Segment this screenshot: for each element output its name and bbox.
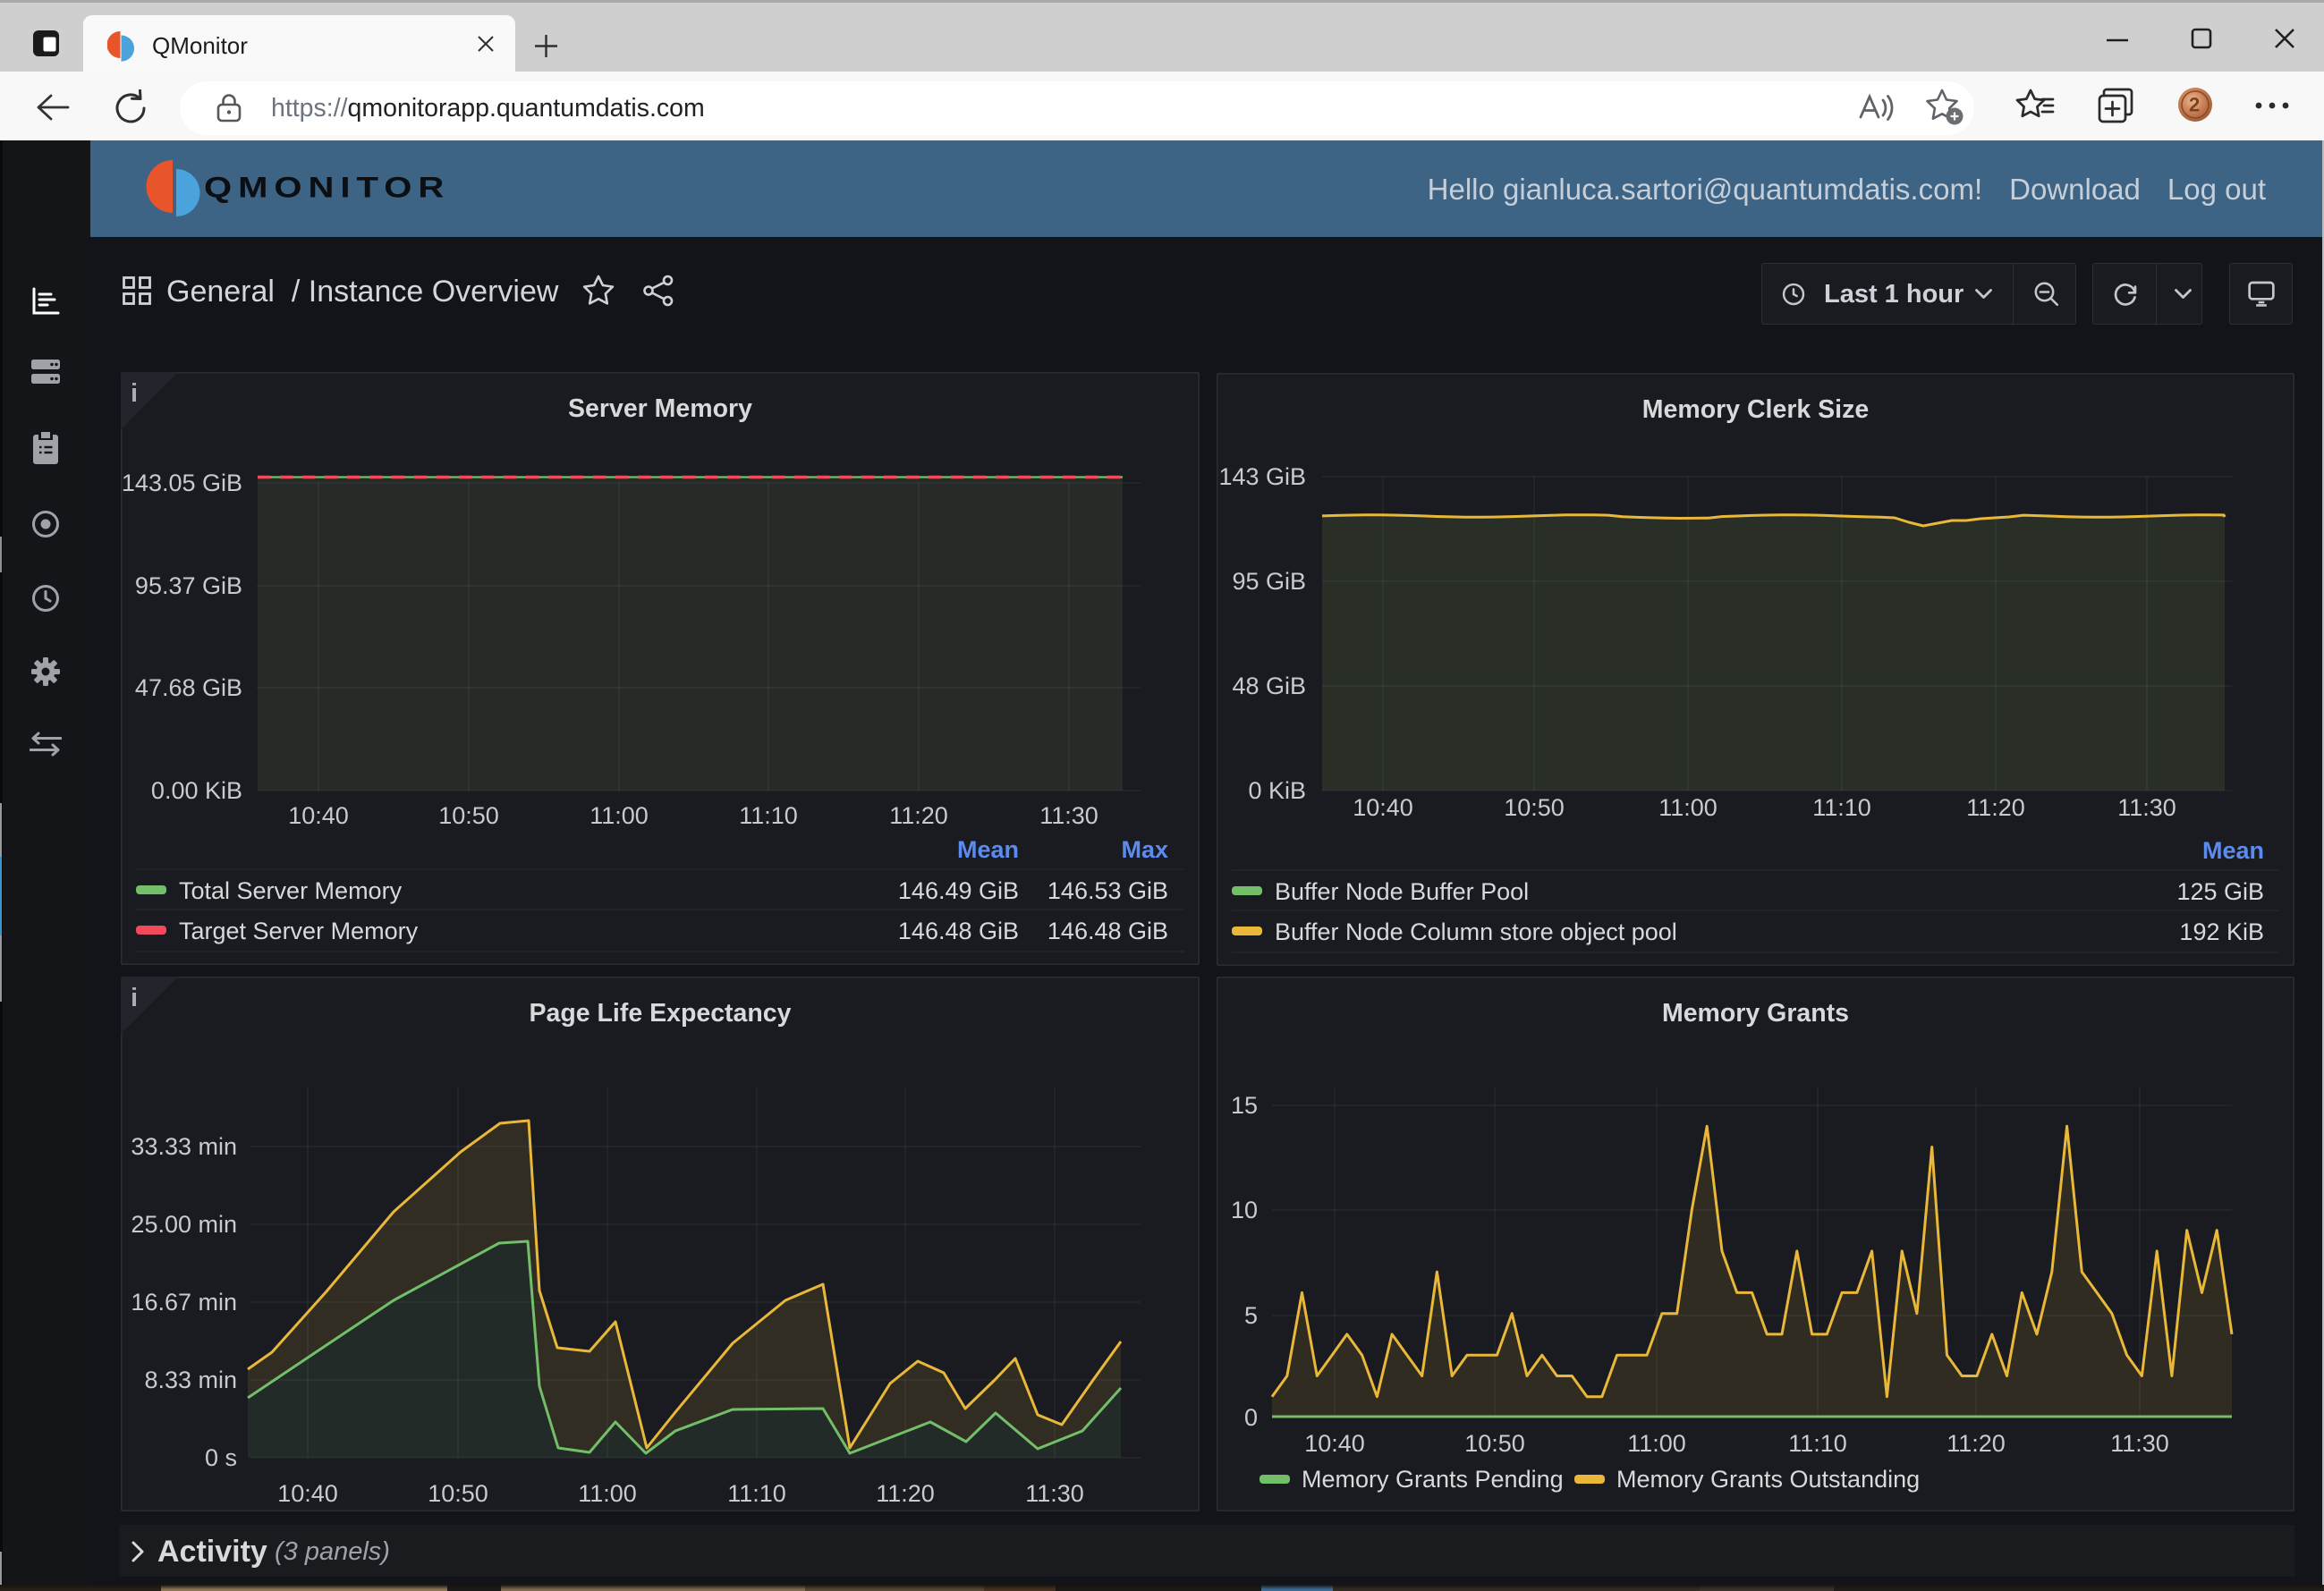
svg-text:47.68 GiB: 47.68 GiB xyxy=(135,674,242,701)
svg-text:i: i xyxy=(131,379,138,408)
svg-text:11:00: 11:00 xyxy=(1627,1430,1686,1457)
svg-text:11:00: 11:00 xyxy=(589,802,649,829)
svg-text:16.67 min: 16.67 min xyxy=(131,1289,237,1316)
svg-text:Buffer Node Column store objec: Buffer Node Column store object pool xyxy=(1275,918,1677,945)
svg-text:Memory Clerk Size: Memory Clerk Size xyxy=(1642,395,1869,424)
svg-text:25.00 min: 25.00 min xyxy=(131,1211,237,1238)
svg-text:Memory Grants Pending: Memory Grants Pending xyxy=(1302,1466,1564,1493)
svg-text:11:10: 11:10 xyxy=(1788,1430,1847,1457)
svg-text:Target Server Memory: Target Server Memory xyxy=(179,918,419,944)
svg-text:Buffer Node Buffer Pool: Buffer Node Buffer Pool xyxy=(1275,878,1529,905)
svg-text:11:30: 11:30 xyxy=(1039,802,1098,829)
svg-text:Page Life Expectancy: Page Life Expectancy xyxy=(529,999,791,1028)
svg-text:48 GiB: 48 GiB xyxy=(1232,673,1306,699)
svg-text:10:40: 10:40 xyxy=(1304,1430,1365,1457)
svg-text:125 GiB: 125 GiB xyxy=(2176,878,2264,905)
svg-text:146.48 GiB: 146.48 GiB xyxy=(898,918,1019,944)
svg-text:10:50: 10:50 xyxy=(438,802,499,829)
svg-text:11:10: 11:10 xyxy=(739,802,798,829)
svg-text:146.49 GiB: 146.49 GiB xyxy=(898,877,1019,904)
svg-text:143.05 GiB: 143.05 GiB xyxy=(122,470,242,496)
svg-text:192 KiB: 192 KiB xyxy=(2179,918,2264,945)
svg-text:95.37 GiB: 95.37 GiB xyxy=(135,572,242,599)
svg-text:143 GiB: 143 GiB xyxy=(1218,463,1306,490)
svg-text:Server Memory: Server Memory xyxy=(568,394,752,423)
svg-text:10:40: 10:40 xyxy=(277,1480,338,1507)
svg-text:10:40: 10:40 xyxy=(288,802,349,829)
svg-text:11:10: 11:10 xyxy=(1812,794,1871,821)
svg-text:5: 5 xyxy=(1244,1302,1258,1329)
svg-text:11:30: 11:30 xyxy=(2110,1430,2169,1457)
svg-text:i: i xyxy=(131,984,138,1012)
svg-text:8.33 min: 8.33 min xyxy=(144,1367,237,1393)
svg-text:0.00 KiB: 0.00 KiB xyxy=(151,777,242,804)
svg-text:11:20: 11:20 xyxy=(889,802,948,829)
svg-text:0: 0 xyxy=(1244,1404,1258,1431)
svg-text:11:30: 11:30 xyxy=(2117,794,2176,821)
svg-text:10:50: 10:50 xyxy=(1504,794,1565,821)
svg-text:33.33 min: 33.33 min xyxy=(131,1133,237,1160)
svg-text:Mean: Mean xyxy=(2202,837,2264,864)
svg-text:10:40: 10:40 xyxy=(1353,794,1413,821)
svg-text:Max: Max xyxy=(1121,836,1168,863)
svg-text:10: 10 xyxy=(1231,1197,1258,1223)
svg-text:15: 15 xyxy=(1231,1092,1258,1119)
svg-text:11:20: 11:20 xyxy=(876,1480,935,1507)
svg-text:11:00: 11:00 xyxy=(1658,794,1718,821)
svg-text:10:50: 10:50 xyxy=(1464,1430,1525,1457)
svg-text:Memory Grants Outstanding: Memory Grants Outstanding xyxy=(1616,1466,1920,1493)
svg-text:11:20: 11:20 xyxy=(1966,794,2025,821)
svg-text:11:30: 11:30 xyxy=(1025,1480,1084,1507)
svg-text:Mean: Mean xyxy=(957,836,1019,863)
svg-text:2: 2 xyxy=(2189,94,2200,116)
svg-text:0 KiB: 0 KiB xyxy=(1248,777,1306,804)
svg-text:Total Server Memory: Total Server Memory xyxy=(179,877,403,904)
svg-text:0 s: 0 s xyxy=(205,1444,237,1471)
svg-text:146.53 GiB: 146.53 GiB xyxy=(1047,877,1168,904)
svg-text:11:10: 11:10 xyxy=(727,1480,786,1507)
svg-text:95 GiB: 95 GiB xyxy=(1232,568,1306,595)
svg-text:Memory Grants: Memory Grants xyxy=(1662,999,1849,1028)
svg-text:146.48 GiB: 146.48 GiB xyxy=(1047,918,1168,944)
svg-text:10:50: 10:50 xyxy=(428,1480,488,1507)
svg-text:11:00: 11:00 xyxy=(578,1480,637,1507)
svg-text:11:20: 11:20 xyxy=(1947,1430,2006,1457)
